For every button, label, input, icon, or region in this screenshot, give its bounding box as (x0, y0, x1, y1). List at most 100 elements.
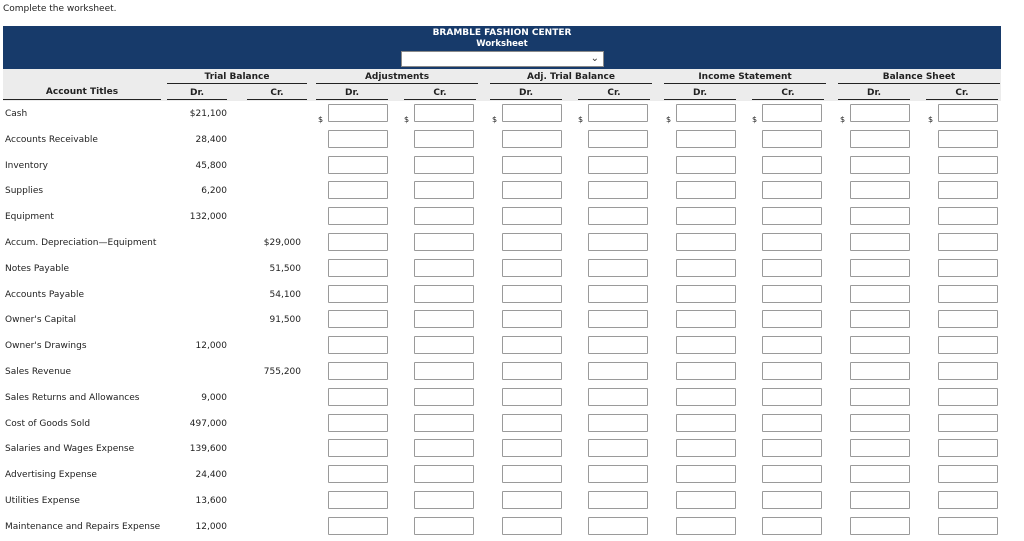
income-statement-dr-input[interactable] (676, 387, 736, 406)
balance-sheet-cr-input[interactable] (938, 104, 998, 122)
income-statement-cr-input[interactable] (762, 310, 822, 329)
income-statement-cr-input[interactable] (762, 336, 822, 355)
income-statement-cr-input[interactable] (762, 233, 822, 251)
balance-sheet-dr-input[interactable] (850, 129, 910, 148)
balance-sheet-cr-input[interactable] (938, 516, 998, 535)
adjustments-dr-input[interactable] (328, 439, 388, 458)
adj-trial-balance-cr-input[interactable] (588, 387, 648, 406)
balance-sheet-cr-input[interactable] (938, 258, 998, 277)
adj-trial-balance-dr-input[interactable] (502, 233, 562, 251)
balance-sheet-cr-input[interactable] (938, 233, 998, 251)
income-statement-dr-input[interactable] (676, 129, 736, 148)
adjustments-cr-input[interactable] (414, 284, 474, 303)
adjustments-cr-input[interactable] (414, 129, 474, 148)
adjustments-cr-input[interactable] (414, 181, 474, 200)
adj-trial-balance-cr-input[interactable] (588, 413, 648, 432)
income-statement-dr-input[interactable] (676, 491, 736, 509)
adjustments-dr-input[interactable] (328, 491, 388, 509)
adjustments-cr-input[interactable] (414, 413, 474, 432)
income-statement-cr-input[interactable] (762, 155, 822, 174)
balance-sheet-dr-input[interactable] (850, 207, 910, 226)
adjustments-cr-input[interactable] (414, 465, 474, 484)
balance-sheet-dr-input[interactable] (850, 310, 910, 329)
balance-sheet-dr-input[interactable] (850, 387, 910, 406)
balance-sheet-cr-input[interactable] (938, 336, 998, 355)
adj-trial-balance-cr-input[interactable] (588, 129, 648, 148)
income-statement-dr-input[interactable] (676, 104, 736, 122)
adj-trial-balance-dr-input[interactable] (502, 258, 562, 277)
income-statement-cr-input[interactable] (762, 387, 822, 406)
adjustments-dr-input[interactable] (328, 310, 388, 329)
adjustments-dr-input[interactable] (328, 465, 388, 484)
adj-trial-balance-cr-input[interactable] (588, 336, 648, 355)
balance-sheet-cr-input[interactable] (938, 284, 998, 303)
adjustments-cr-input[interactable] (414, 207, 474, 226)
adj-trial-balance-dr-input[interactable] (502, 181, 562, 200)
adjustments-cr-input[interactable] (414, 439, 474, 458)
balance-sheet-dr-input[interactable] (850, 336, 910, 355)
income-statement-dr-input[interactable] (676, 516, 736, 535)
adj-trial-balance-cr-input[interactable] (588, 258, 648, 277)
adj-trial-balance-dr-input[interactable] (502, 491, 562, 509)
adjustments-cr-input[interactable] (414, 362, 474, 380)
adj-trial-balance-dr-input[interactable] (502, 362, 562, 380)
balance-sheet-dr-input[interactable] (850, 284, 910, 303)
balance-sheet-cr-input[interactable] (938, 439, 998, 458)
balance-sheet-dr-input[interactable] (850, 104, 910, 122)
adj-trial-balance-cr-input[interactable] (588, 516, 648, 535)
income-statement-cr-input[interactable] (762, 207, 822, 226)
adj-trial-balance-dr-input[interactable] (502, 413, 562, 432)
income-statement-dr-input[interactable] (676, 465, 736, 484)
adjustments-dr-input[interactable] (328, 362, 388, 380)
balance-sheet-dr-input[interactable] (850, 181, 910, 200)
adj-trial-balance-cr-input[interactable] (588, 439, 648, 458)
income-statement-cr-input[interactable] (762, 413, 822, 432)
adj-trial-balance-cr-input[interactable] (588, 491, 648, 509)
income-statement-cr-input[interactable] (762, 491, 822, 509)
adjustments-cr-input[interactable] (414, 336, 474, 355)
income-statement-cr-input[interactable] (762, 439, 822, 458)
adj-trial-balance-dr-input[interactable] (502, 439, 562, 458)
adj-trial-balance-dr-input[interactable] (502, 465, 562, 484)
balance-sheet-cr-input[interactable] (938, 129, 998, 148)
adjustments-dr-input[interactable] (328, 207, 388, 226)
income-statement-cr-input[interactable] (762, 104, 822, 122)
adj-trial-balance-dr-input[interactable] (502, 155, 562, 174)
income-statement-dr-input[interactable] (676, 310, 736, 329)
adjustments-dr-input[interactable] (328, 387, 388, 406)
income-statement-dr-input[interactable] (676, 413, 736, 432)
balance-sheet-dr-input[interactable] (850, 439, 910, 458)
adjustments-cr-input[interactable] (414, 516, 474, 535)
adjustments-cr-input[interactable] (414, 258, 474, 277)
balance-sheet-dr-input[interactable] (850, 465, 910, 484)
income-statement-cr-input[interactable] (762, 516, 822, 535)
adjustments-dr-input[interactable] (328, 181, 388, 200)
income-statement-dr-input[interactable] (676, 155, 736, 174)
income-statement-dr-input[interactable] (676, 181, 736, 200)
balance-sheet-cr-input[interactable] (938, 465, 998, 484)
income-statement-cr-input[interactable] (762, 362, 822, 380)
adj-trial-balance-cr-input[interactable] (588, 155, 648, 174)
balance-sheet-cr-input[interactable] (938, 181, 998, 200)
balance-sheet-cr-input[interactable] (938, 491, 998, 509)
adj-trial-balance-cr-input[interactable] (588, 104, 648, 122)
adjustments-dr-input[interactable] (328, 516, 388, 535)
adjustments-dr-input[interactable] (328, 104, 388, 122)
adjustments-cr-input[interactable] (414, 491, 474, 509)
adj-trial-balance-cr-input[interactable] (588, 207, 648, 226)
adj-trial-balance-dr-input[interactable] (502, 284, 562, 303)
adjustments-dr-input[interactable] (328, 233, 388, 251)
adj-trial-balance-dr-input[interactable] (502, 310, 562, 329)
income-statement-cr-input[interactable] (762, 465, 822, 484)
balance-sheet-cr-input[interactable] (938, 413, 998, 432)
adj-trial-balance-dr-input[interactable] (502, 336, 562, 355)
balance-sheet-cr-input[interactable] (938, 387, 998, 406)
income-statement-cr-input[interactable] (762, 129, 822, 148)
balance-sheet-cr-input[interactable] (938, 207, 998, 226)
adjustments-dr-input[interactable] (328, 413, 388, 432)
income-statement-cr-input[interactable] (762, 284, 822, 303)
adjustments-dr-input[interactable] (328, 155, 388, 174)
adjustments-cr-input[interactable] (414, 387, 474, 406)
adjustments-dr-input[interactable] (328, 336, 388, 355)
adjustments-dr-input[interactable] (328, 258, 388, 277)
